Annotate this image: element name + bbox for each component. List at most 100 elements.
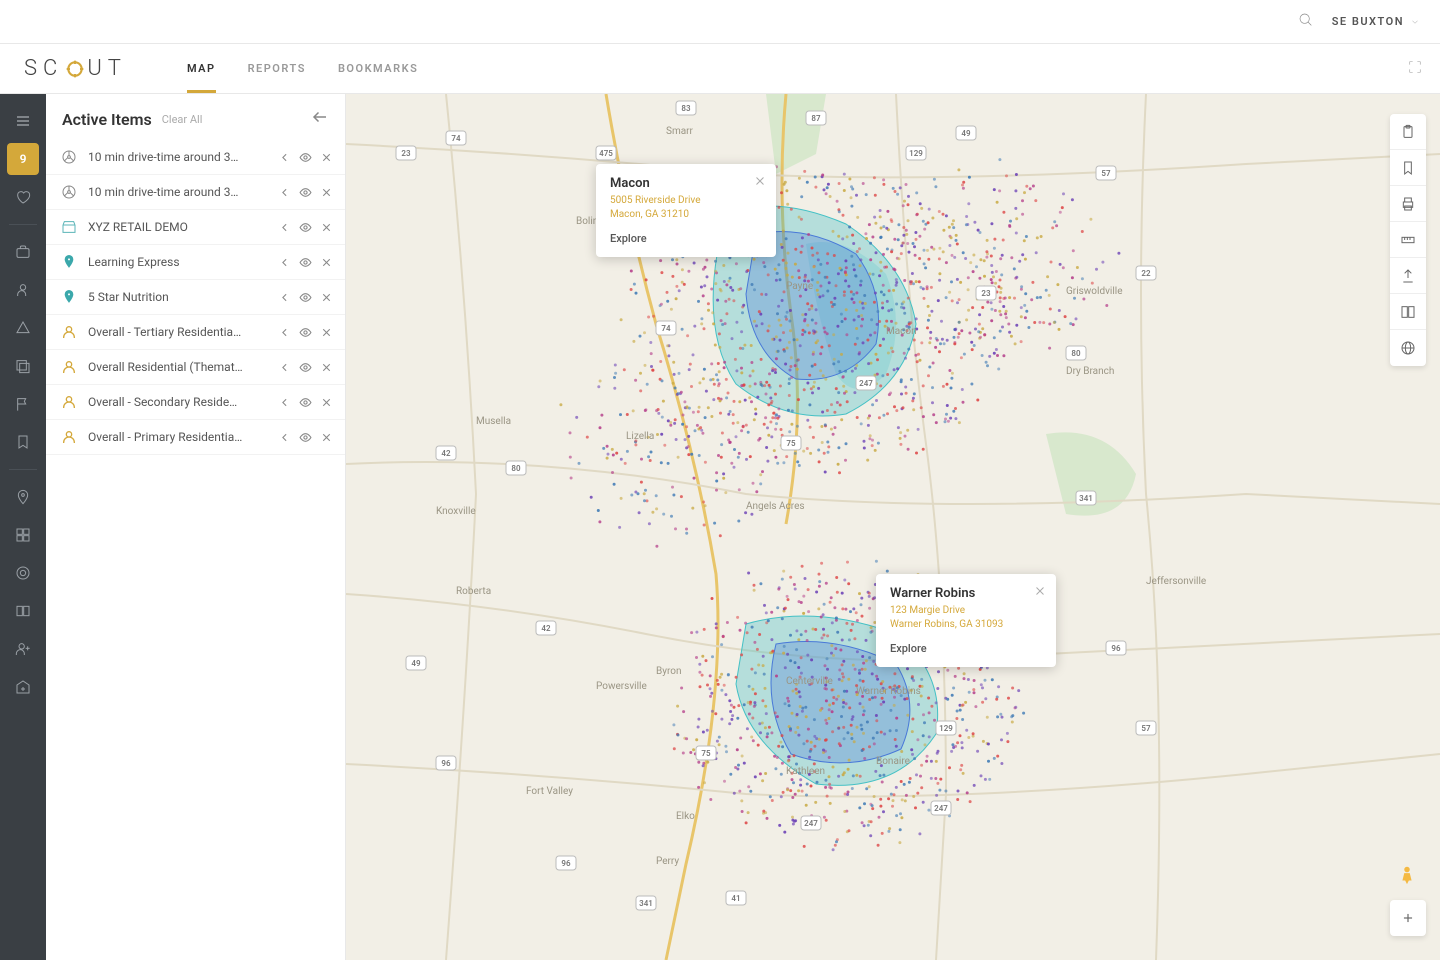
close-icon[interactable] xyxy=(320,291,333,304)
chevron-left-icon[interactable] xyxy=(278,361,291,374)
rail-add-person[interactable] xyxy=(7,633,39,665)
item-actions xyxy=(278,256,333,269)
map-popup-warner-robins: Warner Robins 123 Margie Drive Warner Ro… xyxy=(876,574,1056,667)
rail-compare[interactable] xyxy=(7,595,39,627)
item-label: 10 min drive-time around 3… xyxy=(88,150,268,164)
map-city-label: Knoxville xyxy=(436,506,476,517)
close-icon[interactable] xyxy=(320,361,333,374)
tool-share[interactable] xyxy=(1390,258,1426,294)
account-label: SE BUXTON xyxy=(1332,15,1404,28)
steering-icon xyxy=(60,183,78,201)
search-button[interactable] xyxy=(1298,12,1314,32)
panel-collapse-button[interactable] xyxy=(311,108,329,130)
eye-icon[interactable] xyxy=(299,256,312,269)
bookmark-icon xyxy=(15,434,31,450)
tool-bookmark[interactable] xyxy=(1390,150,1426,186)
share-icon xyxy=(1400,268,1416,284)
rail-locations[interactable] xyxy=(7,236,39,268)
list-item[interactable]: 10 min drive-time around 3… xyxy=(46,175,345,210)
popup-explore-button[interactable]: Explore xyxy=(890,642,1042,655)
close-icon[interactable] xyxy=(320,431,333,444)
chevron-left-icon[interactable] xyxy=(278,326,291,339)
list-item[interactable]: Overall - Primary Residentia… xyxy=(46,420,345,455)
streetview-pegman[interactable] xyxy=(1396,864,1420,888)
list-item[interactable]: Learning Express xyxy=(46,245,345,280)
chevron-left-icon[interactable] xyxy=(278,396,291,409)
svg-text:22: 22 xyxy=(1141,269,1151,278)
eye-icon[interactable] xyxy=(299,186,312,199)
main: 9 Active Items Clear All 10 min drive-ti… xyxy=(0,94,1440,960)
popup-explore-button[interactable]: Explore xyxy=(610,232,762,245)
rail-add-location[interactable] xyxy=(7,671,39,703)
svg-text:96: 96 xyxy=(441,759,451,768)
popup-close-button[interactable] xyxy=(1034,582,1046,601)
tool-print[interactable] xyxy=(1390,186,1426,222)
rail-pin[interactable] xyxy=(7,481,39,513)
eye-icon[interactable] xyxy=(299,431,312,444)
popup-close-button[interactable] xyxy=(754,172,766,191)
chevron-left-icon[interactable] xyxy=(278,291,291,304)
steering-icon xyxy=(60,148,78,166)
clear-all-button[interactable]: Clear All xyxy=(162,113,203,126)
rail-grid[interactable] xyxy=(7,519,39,551)
rail-shapes[interactable] xyxy=(7,312,39,344)
eye-icon[interactable] xyxy=(299,291,312,304)
rail-people[interactable] xyxy=(7,274,39,306)
chevron-left-icon[interactable] xyxy=(278,431,291,444)
svg-text:96: 96 xyxy=(561,859,571,868)
zoom-in-button[interactable] xyxy=(1390,900,1426,936)
route-shield: 42 xyxy=(536,621,556,635)
close-icon[interactable] xyxy=(320,326,333,339)
tab-map[interactable]: MAP xyxy=(187,44,216,93)
rail-bookmark[interactable] xyxy=(7,426,39,458)
chevron-left-icon[interactable] xyxy=(278,186,291,199)
split-icon xyxy=(1400,304,1416,320)
tool-clipboard[interactable] xyxy=(1390,114,1426,150)
tab-reports[interactable]: REPORTS xyxy=(248,44,306,93)
map-canvas[interactable]: 2374475838712949572280237424775804234196… xyxy=(346,94,1440,960)
list-item[interactable]: Overall - Secondary Reside… xyxy=(46,385,345,420)
rail-flag[interactable] xyxy=(7,388,39,420)
eye-icon[interactable] xyxy=(299,221,312,234)
item-label: XYZ RETAIL DEMO xyxy=(88,220,268,234)
eye-icon[interactable] xyxy=(299,396,312,409)
eye-icon[interactable] xyxy=(299,361,312,374)
map-city-label: Smarr xyxy=(666,126,694,137)
list-item[interactable]: Overall Residential (Themat… xyxy=(46,350,345,385)
close-icon[interactable] xyxy=(320,256,333,269)
tool-split[interactable] xyxy=(1390,294,1426,330)
list-item[interactable]: XYZ RETAIL DEMO xyxy=(46,210,345,245)
flag-icon xyxy=(15,396,31,412)
close-icon[interactable] xyxy=(320,186,333,199)
popup-address-line1: 5005 Riverside Drive xyxy=(610,194,762,208)
svg-text:129: 129 xyxy=(909,149,923,158)
rail-favorites[interactable] xyxy=(7,181,39,213)
rail-active-count[interactable]: 9 xyxy=(7,143,39,175)
eye-icon[interactable] xyxy=(299,151,312,164)
rail-layers[interactable] xyxy=(7,350,39,382)
popup-address-line2: Warner Robins, GA 31093 xyxy=(890,618,1042,632)
tab-bookmarks[interactable]: BOOKMARKS xyxy=(338,44,418,93)
list-item[interactable]: 10 min drive-time around 3… xyxy=(46,140,345,175)
svg-text:57: 57 xyxy=(1101,169,1111,178)
close-icon[interactable] xyxy=(320,221,333,234)
svg-text:57: 57 xyxy=(1141,724,1151,733)
eye-icon[interactable] xyxy=(299,326,312,339)
rail-target[interactable] xyxy=(7,557,39,589)
fullscreen-button[interactable] xyxy=(1408,59,1422,78)
item-actions xyxy=(278,361,333,374)
tool-globe[interactable] xyxy=(1390,330,1426,366)
chevron-left-icon[interactable] xyxy=(278,221,291,234)
chevron-left-icon[interactable] xyxy=(278,151,291,164)
account-menu[interactable]: SE BUXTON xyxy=(1332,15,1420,28)
rail-menu[interactable] xyxy=(7,105,39,137)
person-icon xyxy=(60,393,78,411)
tool-ruler[interactable] xyxy=(1390,222,1426,258)
list-item[interactable]: 5 Star Nutrition xyxy=(46,280,345,315)
close-icon[interactable] xyxy=(320,396,333,409)
list-item[interactable]: Overall - Tertiary Residentia… xyxy=(46,315,345,350)
svg-text:80: 80 xyxy=(511,464,521,473)
chevron-left-icon[interactable] xyxy=(278,256,291,269)
map-city-label: Roberta xyxy=(456,586,491,597)
close-icon[interactable] xyxy=(320,151,333,164)
